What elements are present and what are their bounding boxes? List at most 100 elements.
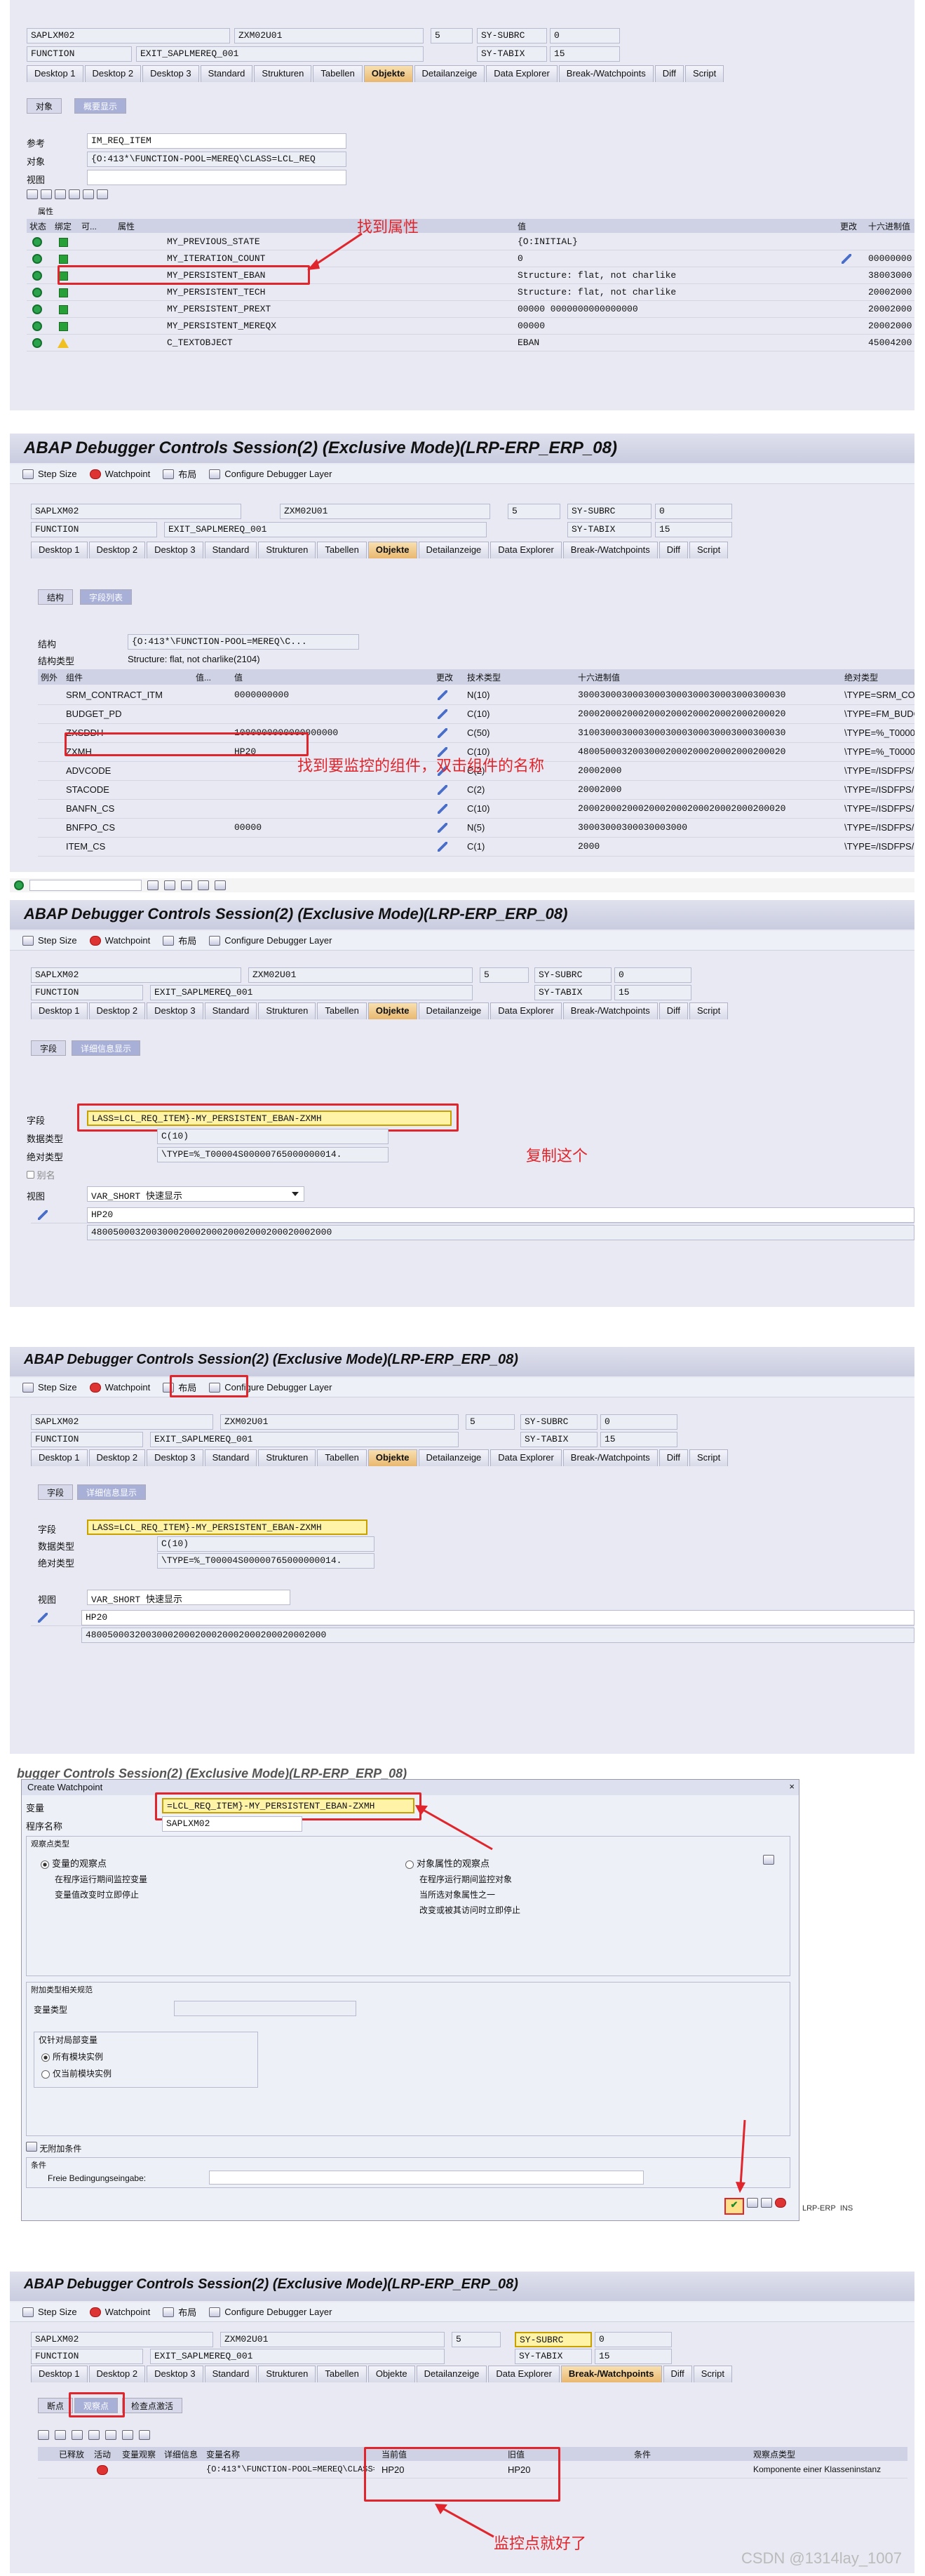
tab-strukturen[interactable]: Strukturen xyxy=(258,1449,316,1466)
step-size-button[interactable]: Step Size xyxy=(22,935,77,946)
program-field[interactable]: SAPLXM02 xyxy=(31,967,241,983)
tab-break-watchpoints[interactable]: Break-/Watchpoints xyxy=(562,1002,658,1019)
program-field[interactable]: SAPLXM02 xyxy=(31,504,241,519)
save-icon[interactable] xyxy=(747,2198,758,2208)
tab-tabellen[interactable]: Tabellen xyxy=(313,65,363,82)
grid-tool-icon[interactable] xyxy=(72,2430,83,2440)
line-field[interactable]: 5 xyxy=(452,2332,501,2347)
tab-objekte[interactable]: Objekte xyxy=(367,1449,417,1466)
grid-tool-icon[interactable] xyxy=(55,2430,66,2440)
tab-tabellen[interactable]: Tabellen xyxy=(317,2366,367,2382)
watchpoint-button[interactable]: Watchpoint xyxy=(89,2307,150,2317)
tab-desktop-1[interactable]: Desktop 1 xyxy=(27,65,83,82)
tab-standard[interactable]: Standard xyxy=(204,1002,257,1019)
edit-icon[interactable] xyxy=(438,842,447,852)
subtab-structure[interactable]: 结构 xyxy=(38,589,74,605)
edit-icon[interactable] xyxy=(38,1613,48,1623)
subtab-breakpoints[interactable]: 断点 xyxy=(38,2398,74,2413)
attribute-select-icon[interactable] xyxy=(763,1855,774,1865)
tab-desktop-3[interactable]: Desktop 3 xyxy=(147,1449,203,1466)
subtab-overview[interactable]: 概要显示 xyxy=(74,98,127,114)
tab-objekte[interactable]: Objekte xyxy=(367,1002,417,1019)
tab-desktop-2[interactable]: Desktop 2 xyxy=(84,65,142,82)
table-row[interactable]: BUDGET_PD C(10) 20002000200020002000200020… xyxy=(38,705,914,724)
include-field[interactable]: ZXM02U01 xyxy=(220,2332,445,2347)
tab-diff[interactable]: Diff xyxy=(659,542,688,558)
object-field[interactable]: {O:413*\FUNCTION-POOL=MEREQ\CLASS=LCL_RE… xyxy=(87,152,346,167)
tab-objekte[interactable]: Objekte xyxy=(367,542,417,558)
tab-break-watchpoints[interactable]: Break-/Watchpoints xyxy=(562,542,658,558)
tab-data-explorer[interactable]: Data Explorer xyxy=(488,2366,560,2382)
tab-desktop-3[interactable]: Desktop 3 xyxy=(147,1002,203,1019)
tab-diff[interactable]: Diff xyxy=(659,1002,688,1019)
edit-icon[interactable] xyxy=(438,728,447,738)
check-icon[interactable] xyxy=(14,880,24,890)
tab-strukturen[interactable]: Strukturen xyxy=(254,65,312,82)
edit-icon[interactable] xyxy=(438,804,447,814)
edit-icon[interactable] xyxy=(38,1210,48,1220)
tab-desktop-2[interactable]: Desktop 2 xyxy=(88,1449,146,1466)
grid-tool-icon[interactable] xyxy=(55,189,66,199)
confirm-check-icon[interactable]: ✔ xyxy=(724,2198,744,2215)
tab-break-watchpoints[interactable]: Break-/Watchpoints xyxy=(562,1449,658,1466)
free-condition-field[interactable] xyxy=(209,2171,644,2185)
program-field[interactable]: SAPLXM02 xyxy=(31,2332,213,2347)
configure-layer-button[interactable]: Configure Debugger Layer xyxy=(209,935,332,946)
grid-tool-icon[interactable] xyxy=(38,2430,49,2440)
layout-button[interactable]: 布局 xyxy=(163,934,196,947)
edit-icon[interactable] xyxy=(842,254,851,264)
tab-desktop-1[interactable]: Desktop 1 xyxy=(31,1449,88,1466)
include-field[interactable]: ZXM02U01 xyxy=(248,967,473,983)
tab-detailanzeige[interactable]: Detailanzeige xyxy=(418,542,489,558)
tab-desktop-3[interactable]: Desktop 3 xyxy=(142,65,199,82)
command-field[interactable] xyxy=(29,880,142,891)
tab-script[interactable]: Script xyxy=(693,2366,732,2382)
no-condition-toggle[interactable]: 无附加条件 xyxy=(26,2142,81,2154)
tab-detailanzeige[interactable]: Detailanzeige xyxy=(418,1002,489,1019)
include-field[interactable]: ZXM02U01 xyxy=(220,1414,459,1430)
grid-tool-icon[interactable] xyxy=(83,189,94,199)
grid-tool-icon[interactable] xyxy=(69,189,80,199)
table-row[interactable]: BANFN_CS C(10) 200020002000200020002000200… xyxy=(38,800,914,819)
line-field[interactable]: 5 xyxy=(466,1414,515,1430)
tab-objekte[interactable]: Objekte xyxy=(363,65,413,82)
program-name-field[interactable]: SAPLXM02 xyxy=(162,1816,302,1832)
tab-break-watchpoints[interactable]: Break-/Watchpoints xyxy=(560,2366,662,2382)
tab-standard[interactable]: Standard xyxy=(204,2366,257,2382)
tab-script[interactable]: Script xyxy=(689,1002,729,1019)
tab-detailanzeige[interactable]: Detailanzeige xyxy=(416,2366,487,2382)
grid-tool-icon[interactable] xyxy=(97,189,108,199)
edit-icon[interactable] xyxy=(438,785,447,795)
tab-strukturen[interactable]: Strukturen xyxy=(258,1002,316,1019)
tab-standard[interactable]: Standard xyxy=(200,65,253,82)
tab-data-explorer[interactable]: Data Explorer xyxy=(490,1002,562,1019)
component-name[interactable]: SRM_CONTRACT_ITM xyxy=(66,690,192,700)
edit-icon[interactable] xyxy=(438,709,447,719)
watchpoint-button[interactable]: Watchpoint xyxy=(89,469,150,479)
tab-tabellen[interactable]: Tabellen xyxy=(317,1002,367,1019)
tab-standard[interactable]: Standard xyxy=(204,542,257,558)
tab-desktop-2[interactable]: Desktop 2 xyxy=(88,1002,146,1019)
step-size-button[interactable]: Step Size xyxy=(22,1382,77,1393)
table-row[interactable]: MY_PERSISTENT_TECH Structure: flat, not c… xyxy=(27,285,914,301)
attribute-name[interactable]: MY_ITERATION_COUNT xyxy=(167,253,265,264)
step-size-button[interactable]: Step Size xyxy=(22,2307,77,2317)
tab-break-watchpoints[interactable]: Break-/Watchpoints xyxy=(558,65,654,82)
back-icon[interactable] xyxy=(164,880,175,890)
table-row[interactable]: MY_PREVIOUS_STATE {O:INITIAL} xyxy=(27,234,914,250)
component-name[interactable]: BUDGET_PD xyxy=(66,709,192,719)
watchpoint-button[interactable]: Watchpoint xyxy=(89,1382,150,1393)
tab-data-explorer[interactable]: Data Explorer xyxy=(490,542,562,558)
structure-field[interactable]: {O:413*\FUNCTION-POOL=MEREQ\C... xyxy=(128,634,359,650)
subtab-detail[interactable]: 详细信息显示 xyxy=(72,1040,141,1056)
tab-diff[interactable]: Diff xyxy=(663,2366,692,2382)
edit-icon[interactable] xyxy=(438,823,447,833)
help-icon[interactable] xyxy=(761,2198,772,2208)
tab-desktop-3[interactable]: Desktop 3 xyxy=(147,2366,203,2382)
tab-strukturen[interactable]: Strukturen xyxy=(258,2366,316,2382)
line-field[interactable]: 5 xyxy=(508,504,560,519)
subtab-checkpoints[interactable]: 检查点激活 xyxy=(122,2398,183,2413)
subtab-field-list[interactable]: 字段列表 xyxy=(80,589,133,605)
radio-off-icon[interactable] xyxy=(405,1860,414,1869)
view-field[interactable] xyxy=(87,170,346,185)
